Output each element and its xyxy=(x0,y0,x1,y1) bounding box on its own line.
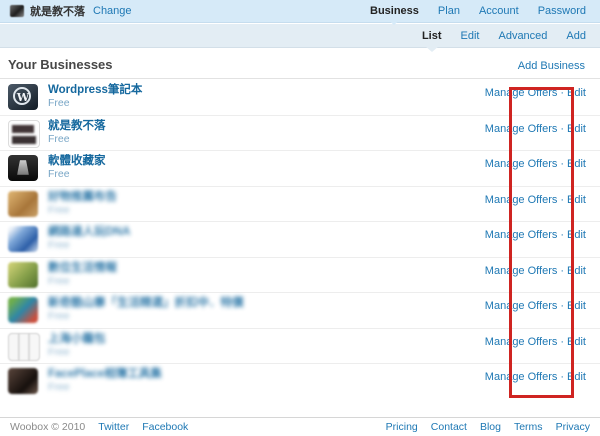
business-name-link[interactable]: 新奇酷山寨「生活精選」折扣中．特價 xyxy=(48,296,244,310)
edit-business-link[interactable]: Edit xyxy=(567,371,586,383)
plan-badge: Free xyxy=(48,310,244,323)
plan-badge: Free xyxy=(48,133,106,146)
page-heading-row: Your Businesses Add Business xyxy=(0,49,600,79)
business-row: FacePlace相簿工具集 Free Manage Offers·Edit xyxy=(0,364,600,400)
nav-tab-business[interactable]: Business xyxy=(370,5,419,17)
add-business-link[interactable]: Add Business xyxy=(518,60,585,72)
business-name-link[interactable]: 軟體收藏家 xyxy=(48,154,106,168)
secondary-nav: List Edit Advanced Add xyxy=(0,24,600,48)
nav-tab-plan[interactable]: Plan xyxy=(438,5,460,17)
business-name-link[interactable]: Wordpress筆記本 xyxy=(48,83,142,97)
jiushijiaobuluo-logo xyxy=(8,120,40,148)
link-separator: · xyxy=(560,158,564,170)
footer-twitter-link[interactable]: Twitter xyxy=(98,421,129,433)
link-separator: · xyxy=(560,371,564,383)
manage-offers-link[interactable]: Manage Offers xyxy=(485,371,558,383)
edit-business-link[interactable]: Edit xyxy=(567,300,586,312)
business-name-link[interactable]: 好物推薦布告 xyxy=(48,190,117,204)
business-row: 網路達人玩DNA Free Manage Offers·Edit xyxy=(0,222,600,258)
business-row: 數位生活情報 Free Manage Offers·Edit xyxy=(0,258,600,294)
manage-offers-link[interactable]: Manage Offers xyxy=(485,229,558,241)
link-separator: · xyxy=(560,194,564,206)
edit-business-link[interactable]: Edit xyxy=(567,194,586,206)
manage-offers-link[interactable]: Manage Offers xyxy=(485,158,558,170)
plan-badge: Free xyxy=(48,168,106,181)
plan-badge: Free xyxy=(48,275,117,288)
blurred-business-logo xyxy=(8,333,40,361)
blurred-business-logo xyxy=(8,262,38,288)
business-row: 好物推薦布告 Free Manage Offers·Edit xyxy=(0,187,600,223)
page-title: Your Businesses xyxy=(8,57,113,72)
blurred-business-logo xyxy=(8,191,38,217)
subnav-tab-list[interactable]: List xyxy=(422,30,442,42)
business-name-link[interactable]: 數位生活情報 xyxy=(48,261,117,275)
business-name-link[interactable]: FacePlace相簿工具集 xyxy=(48,367,162,381)
nav-tab-account[interactable]: Account xyxy=(479,5,519,17)
manage-offers-link[interactable]: Manage Offers xyxy=(485,300,558,312)
plan-badge: Free xyxy=(48,381,162,394)
business-row: Wordpress筆記本 Free Manage Offers·Edit xyxy=(0,80,600,116)
manage-offers-link[interactable]: Manage Offers xyxy=(485,123,558,135)
plan-badge: Free xyxy=(48,204,117,217)
footer-pricing-link[interactable]: Pricing xyxy=(386,421,418,433)
copyright-text: Woobox © 2010 xyxy=(10,421,85,433)
business-name-link[interactable]: 就是教不落 xyxy=(48,119,106,133)
manage-offers-link[interactable]: Manage Offers xyxy=(485,336,558,348)
business-row: 上海小籠包 Free Manage Offers·Edit xyxy=(0,329,600,365)
top-bar: 就是教不落 Change Business Plan Account Passw… xyxy=(0,0,600,23)
footer: Woobox © 2010 Twitter Facebook Pricing C… xyxy=(0,417,600,436)
footer-blog-link[interactable]: Blog xyxy=(480,421,501,433)
blurred-business-logo xyxy=(8,297,38,323)
plan-badge: Free xyxy=(48,346,106,359)
subnav-tab-edit[interactable]: Edit xyxy=(461,30,480,42)
edit-business-link[interactable]: Edit xyxy=(567,87,586,99)
business-list: Wordpress筆記本 Free Manage Offers·Edit 就是教… xyxy=(0,80,600,400)
nav-tab-password[interactable]: Password xyxy=(538,5,586,17)
manage-offers-link[interactable]: Manage Offers xyxy=(485,265,558,277)
business-name-link[interactable]: 上海小籠包 xyxy=(48,332,106,346)
account-avatar-icon xyxy=(10,5,24,17)
business-row: 軟體收藏家 Free Manage Offers·Edit xyxy=(0,151,600,187)
plan-badge: Free xyxy=(48,97,142,110)
woobox-business-page: 就是教不落 Change Business Plan Account Passw… xyxy=(0,0,600,436)
edit-business-link[interactable]: Edit xyxy=(567,158,586,170)
account-name: 就是教不落 xyxy=(30,3,85,19)
edit-business-link[interactable]: Edit xyxy=(567,229,586,241)
link-separator: · xyxy=(560,123,564,135)
subnav-tab-add[interactable]: Add xyxy=(566,30,586,42)
edit-business-link[interactable]: Edit xyxy=(567,336,586,348)
primary-nav: Business Plan Account Password xyxy=(370,5,586,17)
change-account-link[interactable]: Change xyxy=(93,5,132,17)
link-separator: · xyxy=(560,336,564,348)
footer-facebook-link[interactable]: Facebook xyxy=(142,421,188,433)
link-separator: · xyxy=(560,265,564,277)
footer-privacy-link[interactable]: Privacy xyxy=(556,421,590,433)
edit-business-link[interactable]: Edit xyxy=(567,265,586,277)
software-collector-logo xyxy=(8,155,38,181)
plan-badge: Free xyxy=(48,239,130,252)
blurred-business-logo xyxy=(8,226,38,252)
business-row: 就是教不落 Free Manage Offers·Edit xyxy=(0,116,600,152)
manage-offers-link[interactable]: Manage Offers xyxy=(485,194,558,206)
business-row: 新奇酷山寨「生活精選」折扣中．特價 Free Manage Offers·Edi… xyxy=(0,293,600,329)
link-separator: · xyxy=(560,300,564,312)
edit-business-link[interactable]: Edit xyxy=(567,123,586,135)
footer-terms-link[interactable]: Terms xyxy=(514,421,543,433)
link-separator: · xyxy=(560,229,564,241)
blurred-business-logo xyxy=(8,368,38,394)
footer-contact-link[interactable]: Contact xyxy=(431,421,467,433)
subnav-tab-advanced[interactable]: Advanced xyxy=(498,30,547,42)
link-separator: · xyxy=(560,87,564,99)
manage-offers-link[interactable]: Manage Offers xyxy=(485,87,558,99)
wordpress-logo xyxy=(8,84,38,110)
business-name-link[interactable]: 網路達人玩DNA xyxy=(48,225,130,239)
